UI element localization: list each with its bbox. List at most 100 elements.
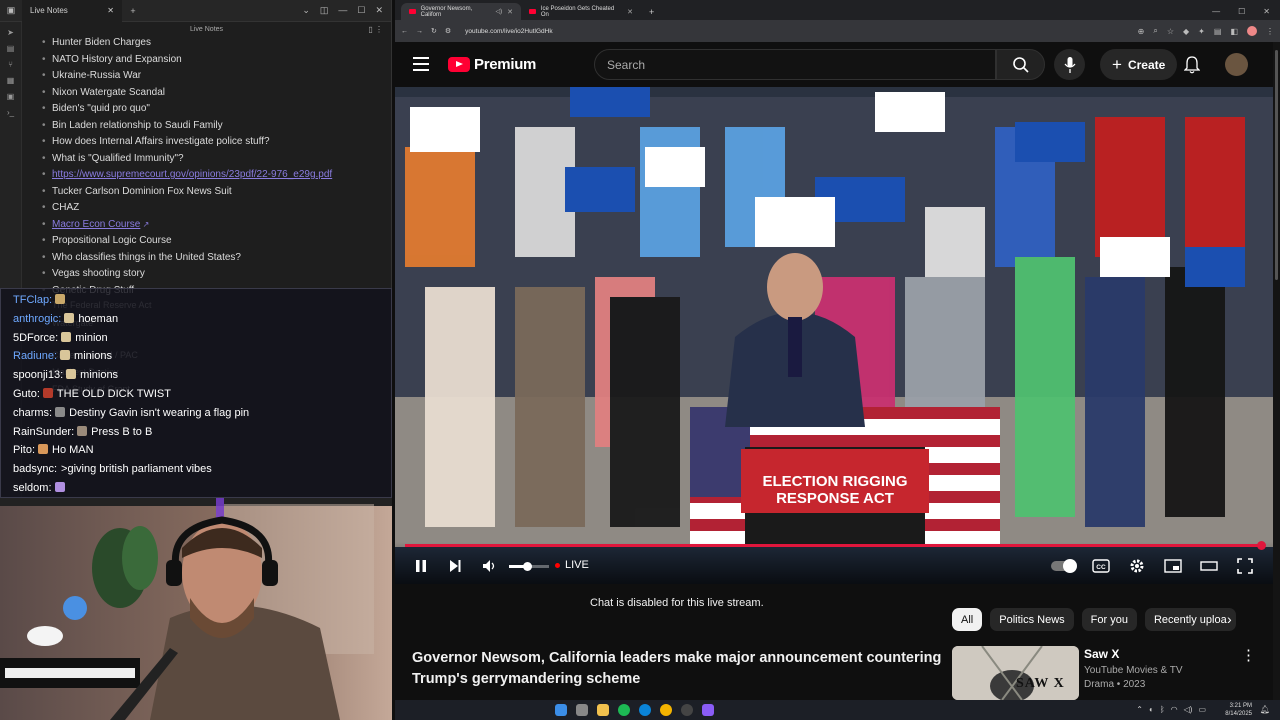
browser-tab-active[interactable]: Governor Newsom, Californ ◁) ✕ xyxy=(401,3,521,20)
obsidian-icon[interactable] xyxy=(702,704,714,716)
start-icon[interactable] xyxy=(555,704,567,716)
chat-username[interactable]: Pito: xyxy=(13,444,35,456)
edge-icon[interactable] xyxy=(639,704,651,716)
search-input[interactable]: Search xyxy=(594,49,996,80)
notifications-button[interactable] xyxy=(1183,56,1201,79)
recommended-title[interactable]: Saw X xyxy=(1084,647,1119,661)
url-field[interactable]: youtube.com/live/io2HutlGdHk xyxy=(459,28,552,35)
maximize-icon[interactable]: ☐ xyxy=(1238,7,1245,16)
puzzle-icon[interactable]: ✦ xyxy=(1198,27,1205,36)
maximize-icon[interactable]: ☐ xyxy=(357,5,365,16)
files-icon[interactable]: ▤ xyxy=(7,44,15,53)
browser-menu-icon[interactable]: ⋮ xyxy=(1266,27,1274,36)
chat-username[interactable]: spoonji13: xyxy=(13,369,63,381)
chat-username[interactable]: Guto: xyxy=(13,388,40,400)
autoplay-toggle[interactable] xyxy=(1051,559,1077,573)
battery-icon[interactable]: ▭ xyxy=(1198,705,1206,714)
miniplayer-button[interactable] xyxy=(1164,557,1182,575)
recommended-channel[interactable]: YouTube Movies & TV xyxy=(1084,665,1183,676)
file-explorer-icon[interactable] xyxy=(597,704,609,716)
chat-username[interactable]: seldom: xyxy=(13,482,52,494)
chat-username[interactable]: RainSunder: xyxy=(13,426,74,438)
chat-username[interactable]: charms: xyxy=(13,407,52,419)
terminal-icon[interactable]: ›_ xyxy=(7,108,14,117)
chip-politics-news[interactable]: Politics News xyxy=(990,608,1074,631)
captions-button[interactable]: CC xyxy=(1092,557,1110,575)
taskbar-clock[interactable]: 3:21 PM 8/14/2025 xyxy=(1225,702,1252,718)
bluetooth-icon[interactable]: ᛒ xyxy=(1160,705,1165,714)
site-info-icon[interactable]: ⚙ xyxy=(445,27,451,35)
speaker-icon[interactable]: ◁) xyxy=(496,8,503,15)
profile-avatar-icon[interactable] xyxy=(1247,26,1257,36)
page-scrollbar[interactable] xyxy=(1273,42,1280,700)
note-link[interactable]: https://www.supremecourt.gov/opinions/23… xyxy=(52,169,332,180)
progress-bar[interactable] xyxy=(405,541,1266,550)
clipboard-icon[interactable]: ▤ xyxy=(1214,27,1222,36)
sidebar-toggle-icon[interactable]: ◫ xyxy=(320,5,329,16)
search-button[interactable] xyxy=(996,49,1045,80)
youtube-logo[interactable]: Premium xyxy=(448,56,536,73)
notes-tab[interactable]: Live Notes ✕ xyxy=(22,0,122,22)
chip-recently-uploaded[interactable]: Recently uploa xyxy=(1144,608,1236,631)
new-tab-icon[interactable]: + xyxy=(641,3,662,20)
settings-button[interactable] xyxy=(1128,557,1146,575)
spotify-icon[interactable] xyxy=(618,704,630,716)
obs-icon[interactable] xyxy=(681,704,693,716)
task-view-icon[interactable] xyxy=(576,704,588,716)
chat-username[interactable]: Radiune: xyxy=(13,350,57,362)
reload-icon[interactable]: ↻ xyxy=(431,27,437,35)
theater-mode-button[interactable] xyxy=(1200,557,1218,575)
install-app-icon[interactable]: ⊕ xyxy=(1138,27,1145,36)
volume-tray-icon[interactable]: ◁) xyxy=(1184,705,1193,714)
minimize-icon[interactable]: — xyxy=(338,5,347,16)
next-button[interactable] xyxy=(446,557,464,575)
voice-search-button[interactable] xyxy=(1054,49,1085,80)
mute-button[interactable] xyxy=(480,557,498,575)
chat-username[interactable]: anthrogic: xyxy=(13,313,61,325)
fullscreen-button[interactable] xyxy=(1236,557,1254,575)
note-list-item[interactable]: https://www.supremecourt.gov/opinions/23… xyxy=(40,167,380,184)
close-window-icon[interactable]: ✕ xyxy=(1263,7,1270,16)
close-tab-icon[interactable]: ✕ xyxy=(107,6,114,16)
grid-icon[interactable]: ▦ xyxy=(7,76,15,85)
close-window-icon[interactable]: ✕ xyxy=(375,5,383,16)
create-button[interactable]: + Create xyxy=(1100,49,1178,80)
note-list-item[interactable]: Macro Econ Course ↗ xyxy=(40,217,380,234)
live-badge[interactable]: LIVE xyxy=(555,559,589,571)
close-tab-icon[interactable]: ✕ xyxy=(627,8,633,16)
scrubber-handle[interactable] xyxy=(1257,541,1266,550)
app-menu-icon[interactable]: ▣ xyxy=(0,5,22,16)
tray-overflow-icon[interactable]: ⌃ xyxy=(1136,705,1143,714)
zoom-icon[interactable]: ⌕ xyxy=(1153,26,1157,36)
account-avatar[interactable] xyxy=(1225,53,1248,76)
chat-username[interactable]: badsync: xyxy=(13,463,57,475)
hamburger-menu-icon[interactable] xyxy=(413,57,429,75)
sidepanel-icon[interactable]: ◧ xyxy=(1230,27,1238,36)
browser-tab[interactable]: Ice Poseidon Gets Cheated On ✕ xyxy=(521,3,641,20)
graph-icon[interactable]: ⑂ xyxy=(8,60,13,69)
send-icon[interactable]: ➤ xyxy=(7,28,14,37)
chip-for-you[interactable]: For you xyxy=(1081,608,1137,631)
volume-knob[interactable] xyxy=(523,562,532,571)
minimize-icon[interactable]: — xyxy=(1212,7,1220,16)
volume-slider[interactable] xyxy=(509,562,549,571)
network-icon[interactable]: ◠ xyxy=(1171,705,1178,714)
close-tab-icon[interactable]: ✕ xyxy=(507,8,513,16)
chrome-icon[interactable] xyxy=(660,704,672,716)
forward-icon[interactable]: → xyxy=(416,28,423,35)
pause-button[interactable] xyxy=(412,557,430,575)
chip-all[interactable]: All xyxy=(952,608,983,631)
chevron-right-icon[interactable]: › xyxy=(1227,611,1232,627)
new-tab-icon[interactable]: + xyxy=(122,6,144,16)
chat-username[interactable]: TFClap: xyxy=(13,294,52,306)
recommended-thumbnail[interactable]: SAW X xyxy=(952,646,1079,700)
notification-center-icon[interactable]: 🔔︎ xyxy=(1260,705,1270,714)
note-link[interactable]: Macro Econ Course xyxy=(52,219,140,230)
more-actions-icon[interactable]: ⋮ xyxy=(1241,646,1256,664)
video-player[interactable]: ELECTION RIGGING RESPONSE ACT LIVE CC xyxy=(395,87,1273,584)
chat-username[interactable]: 5DForce: xyxy=(13,332,58,344)
extension-icon[interactable]: ◆ xyxy=(1183,27,1189,36)
calendar-icon[interactable]: ▣ xyxy=(7,92,15,101)
chevron-down-icon[interactable]: ⌄ xyxy=(302,5,310,16)
back-icon[interactable]: ← xyxy=(401,28,408,35)
